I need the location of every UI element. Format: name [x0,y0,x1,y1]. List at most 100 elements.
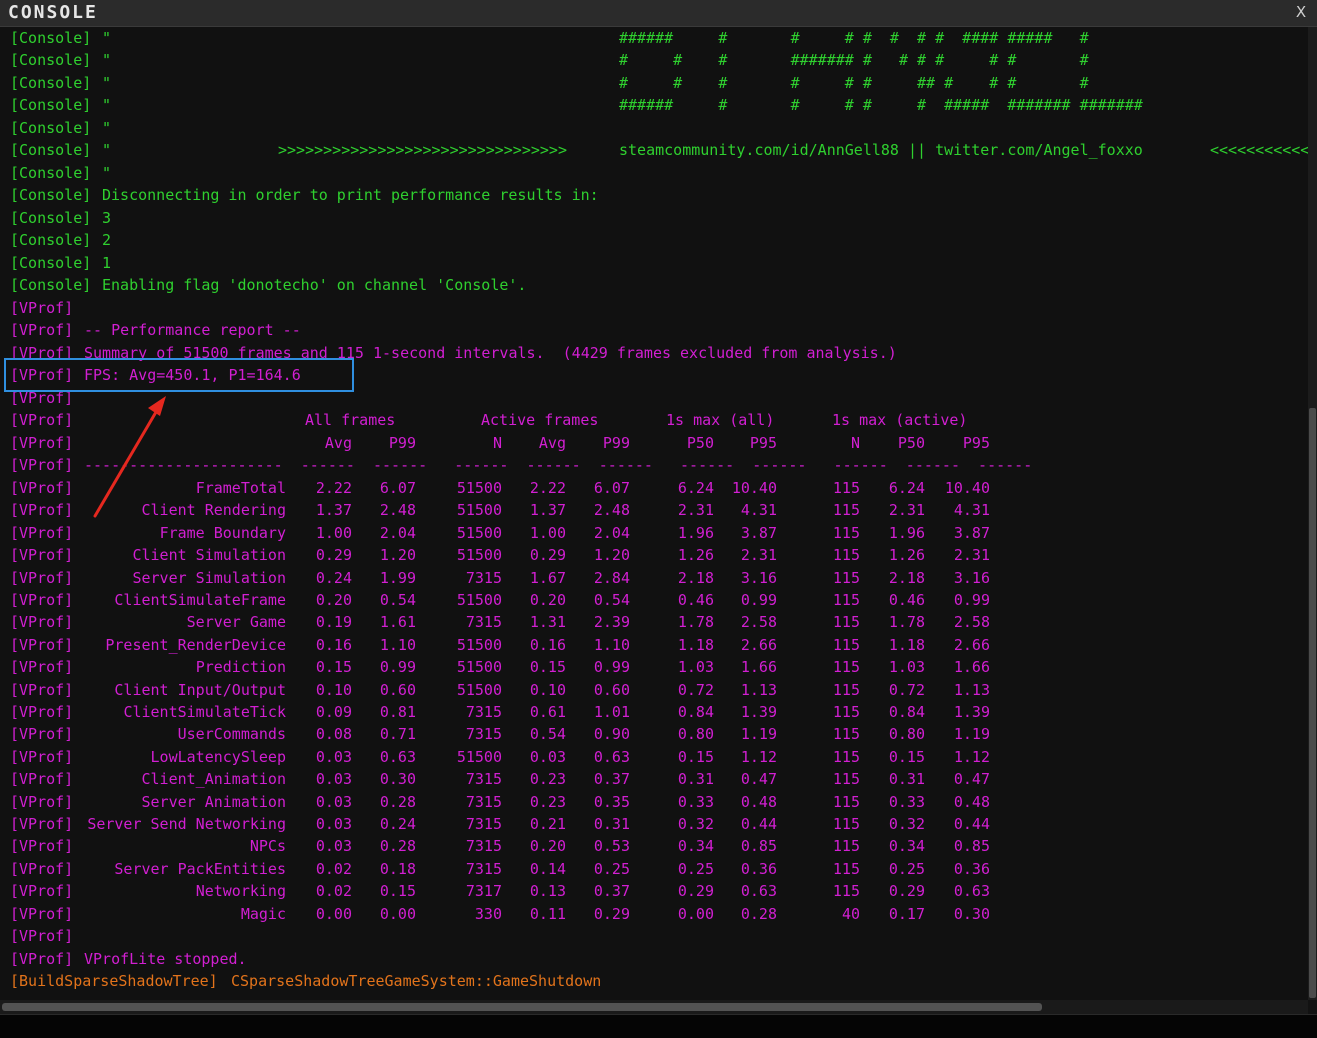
console-input[interactable] [0,1014,1317,1038]
table-cell: 1.18 [677,635,714,654]
table-cell: 0.46 [888,591,925,609]
column-header: P99 [388,434,416,452]
vprof-tag: [VProf] [10,568,74,587]
row-label: Client Simulation [132,546,286,565]
group-all-frames: All frames [305,411,396,429]
table-cell: 0.29 [593,904,630,923]
log-line: [VProf] [10,387,73,409]
table-cell: 1.00 [529,523,566,542]
table-cell: 0.15 [888,747,925,766]
vprof-tag: [VProf] [10,434,74,452]
table-cell: 0.71 [379,725,416,744]
table-cell: 0.80 [677,725,714,744]
vprof-tag: [VProf] [10,613,74,632]
table-cell: 7317 [465,882,502,901]
table-cell: 0.63 [740,882,777,901]
fps-result: FPS: Avg=450.1, P1=164.6 [84,366,301,384]
log-message: Disconnecting in order to print performa… [102,186,599,204]
table-cell: 115 [832,591,860,609]
close-icon[interactable]: X [1291,2,1311,22]
console-output[interactable]: [Console] " ###### # # # # # # # #### ##… [0,27,1308,1000]
table-cell: 0.08 [315,725,352,744]
log-line: [Console] " # # # ####### # # # # # # # [10,49,1089,71]
table-cell: 0.72 [888,680,925,699]
row-label: UserCommands [177,725,286,744]
row-label: Frame Boundary [159,523,286,542]
table-cell: 0.63 [593,747,630,766]
horizontal-scrollbar[interactable] [0,1000,1308,1014]
table-cell: 51500 [456,658,502,677]
group-1s-max-active: 1s max (active) [832,411,968,429]
table-cell: 7315 [465,837,502,856]
separator-dashes: ---------------------- ------ ------ ---… [84,456,1033,474]
table-cell: 1.00 [315,523,352,542]
vprof-tag: [VProf] [10,366,74,384]
vprof-tag: [VProf] [10,546,74,565]
table-cell: 0.34 [888,837,925,856]
table-cell: 1.13 [953,680,990,699]
table-cell: 0.29 [888,882,925,901]
table-cell: 0.20 [315,591,352,609]
table-cell: 0.21 [529,815,566,833]
table-cell: 0.16 [315,635,352,654]
vprof-tag: [VProf] [10,344,74,362]
log-line: [BuildSparseShadowTree] CSparseShadowTre… [10,970,601,992]
table-cell: 1.39 [953,703,990,721]
row-label: Present_RenderDevice [105,635,286,654]
vertical-scroll-thumb[interactable] [1309,408,1316,998]
table-cell: 0.10 [529,680,566,699]
table-cell: 51500 [456,523,502,542]
table-cell: 1.19 [740,725,777,744]
table-cell: 115 [832,479,860,497]
table-cell: 1.19 [953,725,990,744]
table-column-header: [VProf] Avg P99 N Avg P99 P50 P95 N P50 … [10,432,990,454]
console-tag: [Console] [10,209,92,227]
table-cell: 1.61 [379,613,416,632]
row-label: LowLatencySleep [150,747,286,766]
table-cell: 1.13 [740,680,777,699]
column-header: Avg [538,434,566,452]
log-line: [Console] " ###### # # # # # # # #### ##… [10,27,1089,49]
log-line: [Console] " [10,117,111,139]
console-tag: [Console] [10,119,92,137]
table-cell: 2.31 [953,546,990,565]
table-cell: 1.39 [740,703,777,721]
table-cell: 0.84 [888,703,925,721]
table-cell: 1.96 [888,523,925,542]
table-cell: 2.18 [888,568,925,587]
table-cell: 0.25 [677,859,714,878]
vprof-tag: [VProf] [10,635,74,654]
table-cell: 1.18 [888,635,925,654]
row-label: Server Send Networking [87,815,286,833]
table-cell: 0.34 [677,837,714,856]
table-cell: 115 [832,568,860,587]
table-cell: 0.36 [740,859,777,878]
table-cell: 0.33 [677,792,714,811]
vertical-scrollbar[interactable] [1308,27,1317,1000]
table-cell: 1.12 [740,747,777,766]
ascii-banner-row: # # # # # # ## # # # # [619,74,1089,92]
table-cell: 0.17 [888,904,925,923]
console-window: CONSOLE X [Console] " ###### # # # # # #… [0,0,1317,1038]
ascii-banner-row: # # # ####### # # # # # # # [619,51,1089,69]
table-cell: 0.54 [379,591,416,609]
table-cell: 0.47 [740,770,777,789]
table-cell: 1.96 [677,523,714,542]
console-tag: [Console] [10,164,92,182]
column-header: P50 [686,434,714,452]
horizontal-scroll-thumb[interactable] [2,1003,1042,1011]
table-cell: 6.24 [677,479,714,497]
table-cell: 51500 [456,635,502,654]
table-cell: 0.31 [888,770,925,789]
table-cell: 1.31 [529,613,566,632]
quote-mark: " [102,29,112,47]
vprof-tag: [VProf] [10,927,74,945]
row-label: Server Simulation [132,568,286,587]
table-cell: 0.10 [315,680,352,699]
table-cell: 0.25 [888,859,925,878]
log-message: CSparseShadowTreeGameSystem::GameShutdow… [231,972,602,990]
table-cell: 0.28 [379,792,416,811]
quote-mark: " [102,96,112,114]
table-cell: 1.26 [888,546,925,565]
table-cell: 0.85 [953,837,990,856]
